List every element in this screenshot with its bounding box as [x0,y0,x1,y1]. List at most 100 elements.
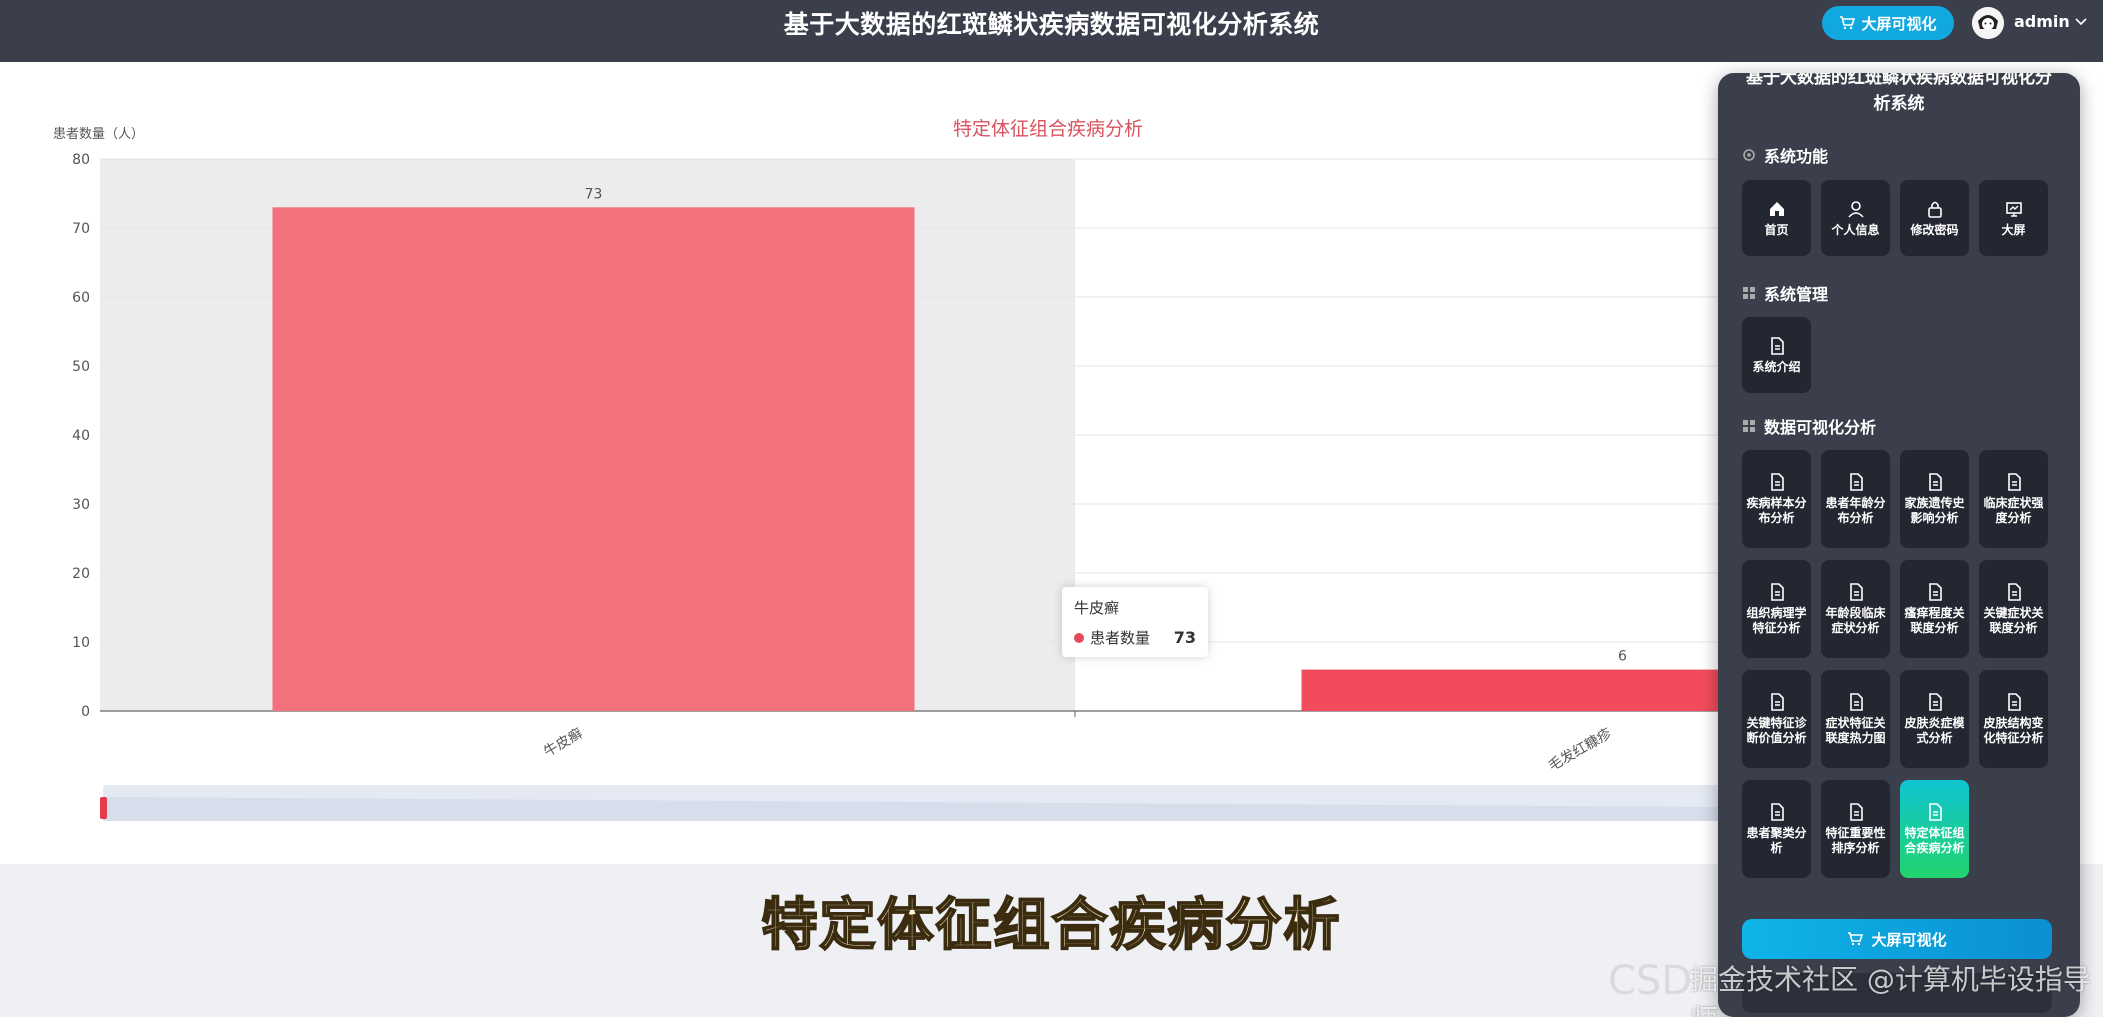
menu-tile-2-9[interactable]: 症状特征关联度热力图 [1821,670,1890,768]
tooltip-category: 牛皮癣 [1074,599,1120,617]
cart-icon [1848,932,1864,946]
datazoom-handle [100,797,107,819]
menu-tile-label: 特定体征组合疾病分析 [1904,826,1965,855]
tooltip-value: 73 [1173,628,1196,647]
menu-tile-label: 首页 [1764,222,1789,237]
menu-tile-2-3[interactable]: 临床症状强度分析 [1979,450,2048,548]
big-screen-label: 大屏可视化 [1861,14,1937,33]
y-tick-label: 80 [72,152,90,168]
chevron-down-icon[interactable] [2073,13,2089,29]
menu-tile-2-6[interactable]: 瘙痒程度关联度分析 [1900,560,1969,658]
menu-tile-2-2[interactable]: 家族遗传史影响分析 [1900,450,1969,548]
menu-tile-label: 修改密码 [1910,222,1959,237]
menu-tile-0-0[interactable]: 首页 [1742,180,1811,256]
bar-0 [272,207,915,712]
menu-tile-2-1[interactable]: 患者年龄分布分析 [1821,450,1890,548]
menu-tile-label: 组织病理学特征分析 [1746,606,1807,635]
menu-tile-label: 皮肤炎症模式分析 [1904,716,1965,745]
menu-tile-2-7[interactable]: 关键症状关联度分析 [1979,560,2048,658]
document-icon [1928,583,1942,601]
menu-tile-label: 关键特征诊断价值分析 [1746,716,1807,745]
document-icon [1849,693,1863,711]
avatar[interactable] [1972,7,2004,39]
screen-icon [2005,201,2022,217]
menu-title: 基于大数据的红斑鳞状疾病数据可视化分析系统 [1746,73,2052,114]
menu-tile-label: 皮肤结构变化特征分析 [1983,716,2044,745]
big-screen-button[interactable]: 大屏可视化 [1822,6,1954,40]
y-axis-label: 患者数量（人） [53,127,144,142]
grid-system-functions: 首页 个人信息 修改密码 大屏 [1742,180,2048,256]
document-icon [1849,473,1863,491]
floating-menu: 基于大数据的红斑鳞状疾病数据可视化分析系统 系统功能 首页 个人信息 修改密码 大屏 … [1718,73,2080,1017]
document-icon [1770,336,1784,355]
menu-tile-2-12[interactable]: 患者聚类分析 [1742,780,1811,878]
lock-icon [1927,201,1942,218]
system-title: 基于大数据的红斑鳞状疾病数据可视化分析系统 [783,10,1320,39]
y-tick-label: 30 [72,497,90,513]
menu-tile-label: 症状特征关联度热力图 [1825,716,1886,745]
menu-tile-2-8[interactable]: 关键特征诊断价值分析 [1742,670,1811,768]
menu-tile-label: 疾病样本分布分析 [1746,496,1807,525]
menu-tile-label: 家族遗传史影响分析 [1904,496,1965,525]
user-name[interactable]: admin [2014,12,2070,31]
document-icon [2007,693,2021,711]
y-tick-label: 10 [72,635,90,651]
menu-tile-label: 特征重要性排序分析 [1825,826,1886,855]
chart-title: 特定体征组合疾病分析 [953,118,1143,140]
y-tick-label: 40 [72,428,90,444]
series-dot [1074,632,1084,643]
y-tick-label: 50 [72,359,90,375]
menu-tile-2-4[interactable]: 组织病理学特征分析 [1742,560,1811,658]
menu-tile-2-0[interactable]: 疾病样本分布分析 [1742,450,1811,548]
section-data-visualization: 数据可视化分析 [1742,414,1876,438]
document-icon [1770,473,1784,491]
document-icon [1770,693,1784,711]
menu-tile-label: 关键症状关联度分析 [1983,606,2044,635]
menu-tile-2-5[interactable]: 年龄段临床症状分析 [1821,560,1890,658]
menu-tile-label: 大屏 [2001,222,2026,237]
grid-icon [1743,420,1755,432]
document-icon [2007,473,2021,491]
cart-icon [1840,16,1856,30]
menu-tile-0-1[interactable]: 个人信息 [1821,180,1890,256]
menu-tile-2-14[interactable]: 特定体征组合疾病分析 [1900,780,1969,878]
menu-tile-2-13[interactable]: 特征重要性排序分析 [1821,780,1890,878]
data-label: 73 [585,186,603,202]
document-icon [2007,583,2021,601]
x-tick-label: 牛皮癣 [541,725,586,761]
menu-tile-label: 个人信息 [1831,222,1880,237]
menu-tile-0-2[interactable]: 修改密码 [1900,180,1969,256]
gear-icon [1743,149,1755,161]
watermark-left: CSD [1608,958,1693,1004]
y-tick-label: 70 [72,221,90,237]
y-tick-label: 60 [72,290,90,306]
menu-tile-label: 患者聚类分析 [1746,826,1807,855]
menu-tile-2-10[interactable]: 皮肤炎症模式分析 [1900,670,1969,768]
watermark-right: 掘金技术社区 @计算机毕设指导师 [1690,963,2091,1017]
document-icon [1849,583,1863,601]
menu-tile-label: 瘙痒程度关联度分析 [1904,606,1965,635]
document-icon [1770,583,1784,601]
menu-tile-label: 患者年龄分布分析 [1825,496,1886,525]
side-big-screen-button[interactable]: 大屏可视化 [1742,919,2052,959]
section-system-management: 系统管理 [1742,281,1828,305]
menu-tile-0-3[interactable]: 大屏 [1979,180,2048,256]
menu-tile-1-0[interactable]: 系统介绍 [1742,317,1811,393]
section-system-functions: 系统功能 [1742,143,1828,167]
tooltip-row: 患者数量 73 [1074,627,1196,648]
grid-data-visualization: 疾病样本分布分析 患者年龄分布分析 家族遗传史影响分析 临床症状强度分析组织病理学特征… [1742,450,2048,878]
top-header: 基于大数据的红斑鳞状疾病数据可视化分析系统 大屏可视化 admin [0,0,2103,62]
grid-system-management: 系统介绍 [1742,317,2048,393]
document-icon [1928,693,1942,711]
menu-tile-label: 系统介绍 [1752,359,1801,374]
y-tick-label: 20 [72,566,90,582]
document-icon [1928,803,1942,821]
chart-tooltip: 牛皮癣 患者数量 73 [1062,587,1208,657]
grid-icon [1743,287,1755,299]
menu-tile-label: 年龄段临床症状分析 [1825,606,1886,635]
document-icon [1849,803,1863,821]
menu-tile-label: 临床症状强度分析 [1983,496,2044,525]
menu-tile-2-11[interactable]: 皮肤结构变化特征分析 [1979,670,2048,768]
data-label: 6 [1618,649,1627,665]
x-tick-label: 毛发红糠疹 [1545,725,1614,775]
